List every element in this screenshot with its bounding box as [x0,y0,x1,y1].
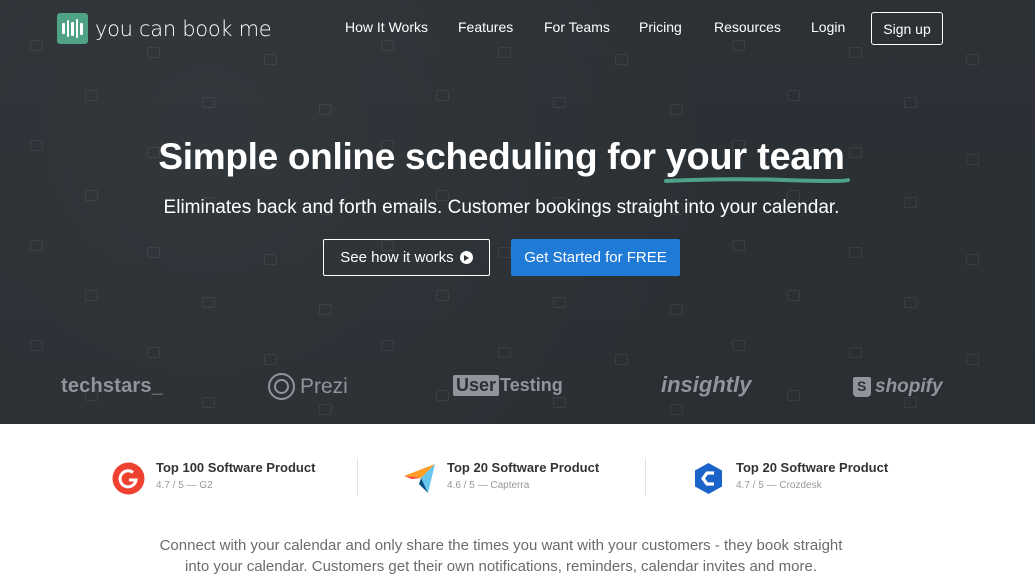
pattern-calendar-icon [381,40,394,51]
intro-paragraph: Connect with your calendar and only shar… [159,537,843,575]
pattern-calendar-icon [553,297,566,308]
brand-name: you can book me [95,16,272,41]
pattern-calendar-icon [202,297,215,308]
shopify-bag-icon [853,377,871,397]
pattern-calendar-icon [849,247,862,258]
usertesting-user-text: User [453,375,500,396]
headline-emphasis-text: your team [665,136,845,178]
pattern-calendar-icon [966,354,979,365]
pattern-calendar-icon [670,404,683,415]
nav-how-it-works[interactable]: How It Works [345,19,428,35]
nav-pricing[interactable]: Pricing [639,19,682,35]
pattern-calendar-icon [498,47,511,58]
pattern-calendar-icon [498,347,511,358]
divider [357,458,358,496]
prezi-icon [268,373,295,400]
pattern-calendar-icon [553,97,566,108]
award-capterra: Top 20 Software Product 4.6 / 5 — Capter… [403,460,599,495]
pattern-calendar-icon [202,397,215,408]
see-how-it-works-button[interactable]: See how it works [323,239,490,276]
shopify-logo: shopify [853,376,943,398]
pattern-calendar-icon [615,354,628,365]
pattern-calendar-icon [966,254,979,265]
award-rating: 4.6 / 5 — Capterra [447,480,530,491]
play-icon [459,251,473,264]
pattern-calendar-icon [787,390,800,401]
pattern-calendar-icon [498,247,511,258]
underline-swoosh-icon [663,177,850,183]
pattern-calendar-icon [85,290,98,301]
usertesting-logo: User Testing [453,375,563,396]
headline-main: Simple online scheduling for [158,136,656,177]
logo-icon [57,13,88,44]
pattern-calendar-icon [202,97,215,108]
pattern-calendar-icon [553,397,566,408]
award-g2: Top 100 Software Product 4.7 / 5 — G2 [112,460,315,495]
pattern-calendar-icon [787,290,800,301]
capterra-icon [404,464,435,493]
pattern-calendar-icon [615,54,628,65]
insightly-logo: insightly [661,372,752,397]
pattern-calendar-icon [904,97,917,108]
pattern-calendar-icon [787,90,800,101]
nav-resources[interactable]: Resources [714,19,781,35]
pattern-calendar-icon [30,40,43,51]
pattern-calendar-icon [670,304,683,315]
pattern-calendar-icon [436,390,449,401]
pattern-calendar-icon [30,340,43,351]
pattern-calendar-icon [732,340,745,351]
pattern-calendar-icon [264,354,277,365]
award-rating: 4.7 / 5 — G2 [156,480,213,491]
pattern-calendar-icon [436,90,449,101]
nav-features[interactable]: Features [458,19,513,35]
prezi-logo: Prezi [268,373,348,400]
award-title: Top 100 Software Product [156,460,316,475]
pattern-calendar-icon [147,47,160,58]
techstars-logo: techstars_ [61,375,164,397]
get-started-button[interactable]: Get Started for FREE [511,239,680,276]
crozdesk-icon [695,463,722,494]
pattern-calendar-icon [319,304,332,315]
headline-emphasis: your team [663,136,850,183]
shopify-text: shopify [875,376,943,397]
pattern-calendar-icon [904,397,917,408]
pattern-calendar-icon [381,340,394,351]
pattern-calendar-icon [732,40,745,51]
pattern-calendar-icon [732,240,745,251]
pattern-calendar-icon [436,290,449,301]
award-title: Top 20 Software Product [736,460,889,475]
hero-subline: Eliminates back and forth emails. Custom… [163,197,840,218]
nav-login[interactable]: Login [811,19,845,35]
pattern-calendar-icon [319,104,332,115]
pattern-calendar-icon [966,54,979,65]
prezi-text: Prezi [300,374,348,398]
pattern-calendar-icon [319,404,332,415]
pattern-calendar-icon [849,47,862,58]
award-rating: 4.7 / 5 — Crozdesk [736,480,822,491]
brand-logo[interactable]: you can book me [57,13,272,44]
pattern-calendar-icon [85,90,98,101]
pattern-calendar-icon [264,254,277,265]
divider [645,458,646,496]
signup-button[interactable]: Sign up [871,12,943,45]
pattern-calendar-icon [147,347,160,358]
award-title: Top 20 Software Product [447,460,600,475]
pattern-calendar-icon [264,54,277,65]
pattern-calendar-icon [904,297,917,308]
usertesting-testing-text: Testing [500,375,563,395]
pattern-calendar-icon [147,247,160,258]
g2-icon [112,462,145,495]
pattern-calendar-icon [849,347,862,358]
hero-section: you can book me How It Works Features Fo… [0,0,1035,424]
pattern-calendar-icon [670,104,683,115]
award-crozdesk: Top 20 Software Product 4.7 / 5 — Crozde… [692,460,888,495]
hero-headline: Simple online scheduling for your team [0,136,1003,183]
see-how-it-works-label: See how it works [340,249,454,266]
pattern-calendar-icon [30,240,43,251]
nav-for-teams[interactable]: For Teams [544,19,610,35]
